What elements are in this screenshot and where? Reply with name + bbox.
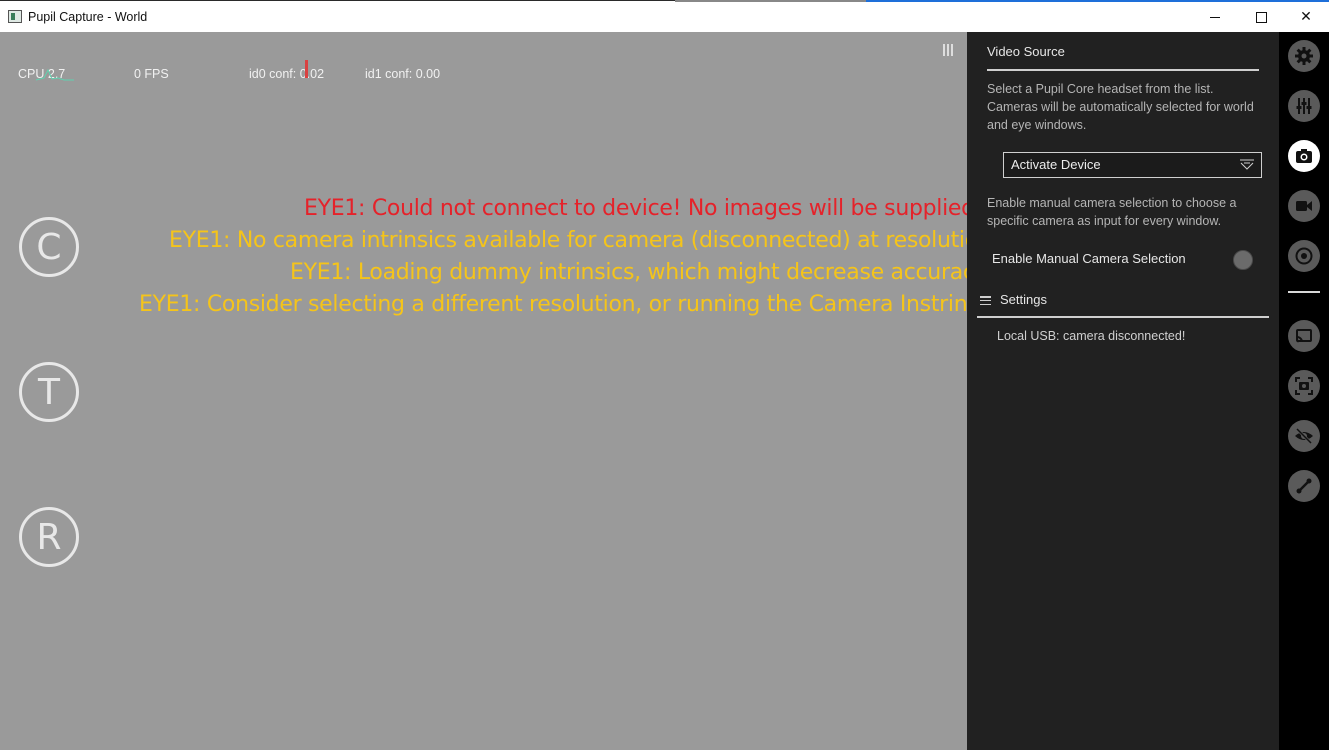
recorder-button[interactable] <box>1288 190 1320 222</box>
icon-bar-divider <box>1288 291 1320 293</box>
record-button[interactable]: R <box>19 507 79 567</box>
title-bar: Pupil Capture - World ✕ <box>0 0 1329 32</box>
sliders-icon <box>1296 98 1312 114</box>
panel-description: Select a Pupil Core headset from the lis… <box>987 82 1254 132</box>
manual-selection-label: Enable Manual Camera Selection <box>992 251 1186 266</box>
maximize-icon <box>1255 11 1267 23</box>
taskbar-edge <box>675 0 866 2</box>
menu-icon <box>980 296 991 305</box>
cast-icon <box>1296 329 1312 343</box>
warning-message: EYE1: Loading dummy intrinsics, which mi… <box>290 260 996 285</box>
settings-divider <box>977 316 1269 318</box>
activate-device-select[interactable]: Activate Device <box>1003 152 1262 178</box>
app-icon <box>8 10 22 23</box>
video-camera-icon <box>1296 201 1312 211</box>
pen-icon <box>1296 478 1312 494</box>
world-view[interactable]: CPU 2.7 0 FPS id0 conf: 0.02 id1 conf: 0… <box>0 32 1137 750</box>
maximize-button[interactable] <box>1238 1 1284 33</box>
select-value: Activate Device <box>1011 157 1101 172</box>
surface-tracker-button[interactable] <box>1288 370 1320 402</box>
screenshot-icon <box>1295 377 1313 395</box>
gear-icon <box>1295 47 1313 65</box>
close-icon: ✕ <box>1300 9 1312 25</box>
plugin-manager-button[interactable] <box>1288 90 1320 122</box>
chevron-down-icon <box>1240 159 1254 170</box>
settings-label: Settings <box>1000 292 1047 307</box>
error-message: EYE1: Could not connect to device! No im… <box>304 196 982 221</box>
window-title: Pupil Capture - World <box>28 10 148 24</box>
camera-status: Local USB: camera disconnected! <box>997 329 1186 343</box>
plugin-icon-bar <box>1279 32 1329 750</box>
annotation-button[interactable] <box>1288 470 1320 502</box>
minimize-button[interactable] <box>1192 1 1238 33</box>
manual-selection-toggle[interactable] <box>1233 250 1253 270</box>
panel-divider <box>987 69 1259 71</box>
blink-detection-button[interactable] <box>1288 420 1320 452</box>
panel-title: Video Source <box>987 44 1065 59</box>
id0-conf-stat: id0 conf: 0.02 <box>249 67 325 81</box>
close-button[interactable]: ✕ <box>1283 1 1329 33</box>
video-source-panel: Video Source Select a Pupil Core headset… <box>967 32 1279 750</box>
manual-selection-description: Enable manual camera selection to choose… <box>987 196 1237 228</box>
id1-conf-stat: id1 conf: 0.00 <box>365 67 441 81</box>
calibration-button[interactable] <box>1288 240 1320 272</box>
panel-resize-grip[interactable] <box>943 44 953 56</box>
cpu-graph <box>36 68 74 81</box>
network-api-button[interactable] <box>1288 320 1320 352</box>
fps-stat: 0 FPS <box>134 67 169 81</box>
eye-off-icon <box>1295 427 1313 445</box>
video-source-button[interactable] <box>1288 140 1320 172</box>
calibrate-button[interactable]: C <box>19 217 79 277</box>
general-settings-button[interactable] <box>1288 40 1320 72</box>
minimize-icon <box>1210 16 1220 18</box>
test-button[interactable]: T <box>19 362 79 422</box>
id0-conf-bar <box>305 60 308 78</box>
target-icon <box>1295 247 1313 265</box>
camera-icon <box>1296 149 1312 163</box>
